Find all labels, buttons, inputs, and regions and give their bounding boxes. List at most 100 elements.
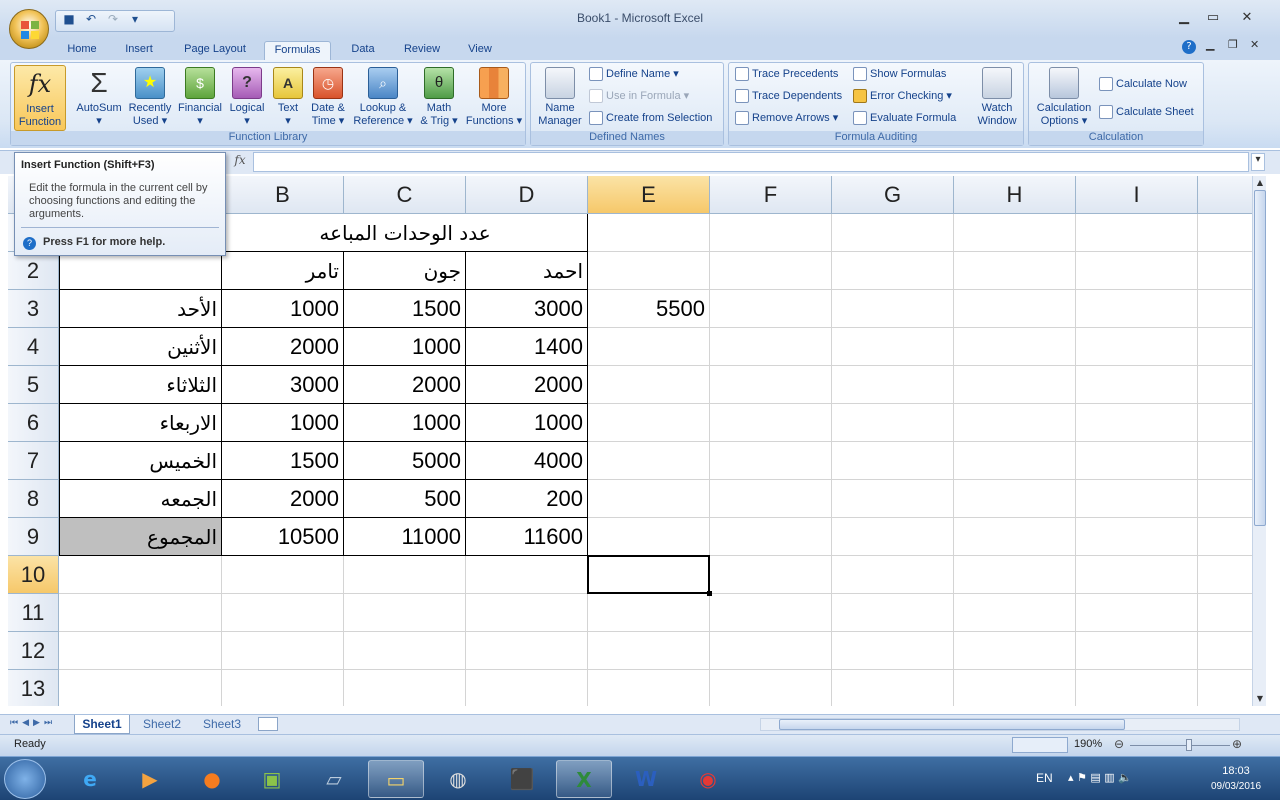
grid-cell[interactable] (710, 594, 832, 632)
grid-cell[interactable] (954, 214, 1076, 252)
grid-cell[interactable] (832, 252, 954, 290)
value-cell[interactable]: 11600 (466, 518, 588, 556)
value-cell[interactable]: 1000 (466, 404, 588, 442)
day-cell[interactable]: الأحد (59, 290, 222, 328)
fill-handle[interactable] (707, 591, 712, 596)
grid-cell[interactable] (1076, 594, 1198, 632)
grid-cell[interactable] (1198, 328, 1252, 366)
grid-cell[interactable] (1076, 328, 1198, 366)
grid-cell[interactable] (588, 442, 710, 480)
grid-cell[interactable] (832, 480, 954, 518)
logical-button[interactable]: ? Logical ▾ (225, 65, 269, 128)
excel-icon[interactable]: X (556, 760, 612, 798)
grid-cell[interactable] (1076, 670, 1198, 706)
merged-title-cell[interactable]: عدد الوحدات المباعه (222, 214, 588, 252)
grid-cell[interactable] (1076, 556, 1198, 594)
value-cell[interactable]: 10500 (222, 518, 344, 556)
value-cell[interactable]: 1400 (466, 328, 588, 366)
remove-arrows-button[interactable]: Remove Arrows ▾ (735, 109, 838, 127)
grid-cell[interactable] (954, 328, 1076, 366)
show-formulas-button[interactable]: Show Formulas (853, 65, 946, 83)
zoom-level[interactable]: 190% (1074, 738, 1102, 750)
grid-cell[interactable] (832, 214, 954, 252)
grid-cell[interactable] (344, 670, 466, 706)
row-header-9[interactable]: 9 (8, 518, 59, 556)
value-cell[interactable]: 2000 (222, 480, 344, 518)
define-name-button[interactable]: Define Name ▾ (589, 65, 679, 83)
name-manager-button[interactable]: Name Manager (535, 65, 585, 128)
grid-cell[interactable] (710, 290, 832, 328)
day-cell[interactable]: الأثنين (59, 328, 222, 366)
grid-cell[interactable] (1198, 594, 1252, 632)
grid-cell[interactable] (832, 442, 954, 480)
error-checking-button[interactable]: Error Checking ▾ (853, 87, 952, 105)
value-cell[interactable]: 5000 (344, 442, 466, 480)
calculate-sheet-button[interactable]: Calculate Sheet (1099, 103, 1194, 121)
grid-cell[interactable] (954, 442, 1076, 480)
grid-cell[interactable] (832, 328, 954, 366)
grid-cell[interactable] (588, 252, 710, 290)
grid-cell[interactable] (832, 518, 954, 556)
grid-cell[interactable] (344, 556, 466, 594)
column-header-c[interactable]: C (344, 176, 466, 214)
insert-sheet-icon[interactable] (258, 717, 278, 731)
grid-cell[interactable] (832, 404, 954, 442)
value-cell[interactable]: 1000 (344, 404, 466, 442)
file-explorer-icon[interactable]: ▭ (368, 760, 424, 798)
grid-cell[interactable] (588, 632, 710, 670)
calculation-options-button[interactable]: Calculation Options ▾ (1033, 65, 1095, 128)
column-header-d[interactable]: D (466, 176, 588, 214)
value-cell[interactable]: 1000 (222, 290, 344, 328)
value-cell[interactable]: 2000 (222, 328, 344, 366)
grid-cell[interactable] (344, 594, 466, 632)
grid-cell[interactable] (466, 556, 588, 594)
day-cell[interactable]: الخميس (59, 442, 222, 480)
grid-cell[interactable] (466, 632, 588, 670)
grid-cell[interactable] (1198, 252, 1252, 290)
grid-cell[interactable] (710, 670, 832, 706)
watch-window-button[interactable]: Watch Window (971, 65, 1023, 128)
help-icon[interactable]: ? (1182, 40, 1196, 54)
acrobat-icon[interactable]: ⬛ (494, 760, 550, 798)
maximize-button[interactable]: ▭ (1201, 10, 1225, 28)
grid-cell[interactable] (954, 480, 1076, 518)
row-header-13[interactable]: 13 (8, 670, 59, 706)
horizontal-scroll-thumb[interactable] (779, 719, 1125, 730)
workbook-minimize-icon[interactable]: ▁ (1206, 38, 1214, 51)
grid-cell[interactable] (832, 670, 954, 706)
grid-cell[interactable] (344, 632, 466, 670)
row-header-8[interactable]: 8 (8, 480, 59, 518)
day-cell[interactable]: الجمعه (59, 480, 222, 518)
autosum-button[interactable]: Σ AutoSum ▾ (73, 65, 125, 128)
column-header-f[interactable]: F (710, 176, 832, 214)
grid-cell[interactable] (710, 518, 832, 556)
grid-cell[interactable] (954, 556, 1076, 594)
grid-cell[interactable] (832, 366, 954, 404)
tab-formulas[interactable]: Formulas (264, 41, 331, 60)
grid-cell[interactable] (1198, 480, 1252, 518)
grid-cell[interactable] (954, 366, 1076, 404)
more-functions-button[interactable]: More Functions ▾ (463, 65, 525, 128)
tab-view[interactable]: View (458, 41, 502, 60)
grid-cell[interactable] (1198, 518, 1252, 556)
sheet-tab-1[interactable]: Sheet1 (74, 715, 130, 734)
grid-cell[interactable] (710, 252, 832, 290)
column-header-b[interactable]: B (222, 176, 344, 214)
tab-review[interactable]: Review (396, 41, 448, 60)
grid-cell[interactable] (1076, 632, 1198, 670)
grid-cell[interactable] (588, 518, 710, 556)
use-in-formula-button[interactable]: Use in Formula ▾ (589, 87, 689, 105)
grid-cell[interactable] (1076, 518, 1198, 556)
media-player-icon[interactable]: ▶ (122, 760, 178, 798)
day-cell[interactable]: الثلاثاء (59, 366, 222, 404)
grid-cell[interactable] (1076, 252, 1198, 290)
column-header-e[interactable]: E (588, 176, 710, 214)
vertical-scrollbar[interactable]: ▲ ▼ (1252, 176, 1266, 706)
row-header-5[interactable]: 5 (8, 366, 59, 404)
header-cell[interactable]: تامر (222, 252, 344, 290)
grid-cell[interactable] (832, 632, 954, 670)
row-header-7[interactable]: 7 (8, 442, 59, 480)
zoom-slider-track[interactable] (1130, 745, 1230, 746)
financial-button[interactable]: $ Financial ▾ (175, 65, 225, 128)
column-header-h[interactable]: H (954, 176, 1076, 214)
